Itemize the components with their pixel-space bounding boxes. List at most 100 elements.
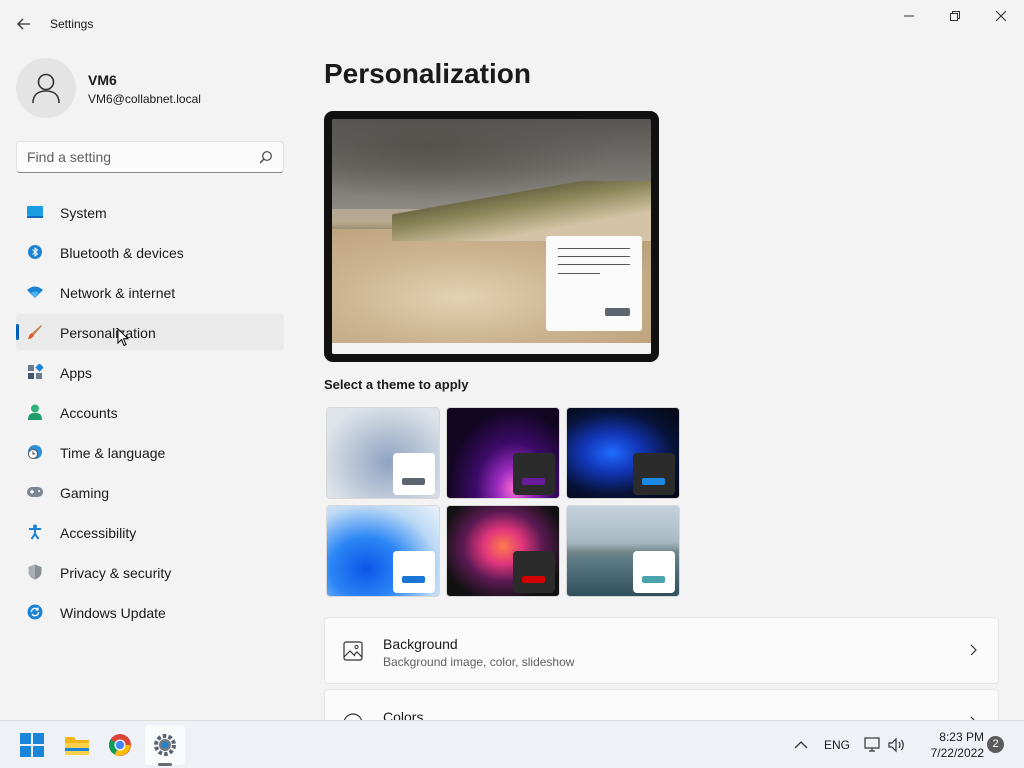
picture-icon <box>343 641 363 661</box>
sidebar-item-time-language[interactable]: Time & language <box>16 434 284 470</box>
theme-flow-lake[interactable] <box>566 505 680 597</box>
sidebar-item-system[interactable]: System <box>16 194 284 230</box>
preview-accent-swatch <box>605 308 630 316</box>
theme-card <box>393 453 435 495</box>
theme-swatch <box>642 478 665 485</box>
restore-icon <box>950 11 960 21</box>
search-box[interactable] <box>16 141 284 173</box>
brush-icon <box>26 324 44 340</box>
back-button[interactable] <box>10 10 38 38</box>
sidebar-item-personalization[interactable]: Personalization <box>16 314 284 350</box>
close-button[interactable] <box>978 0 1024 32</box>
sidebar-item-label: Personalization <box>60 325 156 341</box>
theme-card <box>633 551 675 593</box>
user-name: VM6 <box>88 72 117 88</box>
sidebar-nav: System Bluetooth & devices Network & int… <box>16 194 284 634</box>
user-icon <box>32 73 60 104</box>
theme-card <box>633 453 675 495</box>
theme-swatch <box>522 478 545 485</box>
theme-light-bloom[interactable] <box>326 407 440 499</box>
clock-time: 8:23 PM <box>939 730 984 744</box>
network-icon <box>864 737 880 752</box>
colors-setting[interactable]: Colors <box>324 689 999 720</box>
card-title: Background <box>383 636 458 652</box>
sidebar-item-windows-update[interactable]: Windows Update <box>16 594 284 630</box>
shield-icon <box>26 564 44 580</box>
sidebar-item-network[interactable]: Network & internet <box>16 274 284 310</box>
sidebar-item-label: Gaming <box>60 485 110 501</box>
sidebar-item-bluetooth[interactable]: Bluetooth & devices <box>16 234 284 270</box>
sidebar-item-accounts[interactable]: Accounts <box>16 394 284 430</box>
user-profile[interactable]: VM6 VM6@collabnet.local <box>16 58 286 118</box>
app-title: Settings <box>50 17 94 31</box>
minimize-icon <box>904 15 914 17</box>
background-setting[interactable]: Background Background image, color, slid… <box>324 617 999 684</box>
taskbar: ENG 8:23 PM 7/22/2022 2 <box>0 720 1024 768</box>
bluetooth-icon <box>26 244 44 260</box>
sidebar-item-label: Accounts <box>60 405 118 421</box>
chrome-button[interactable] <box>100 725 140 765</box>
file-explorer-button[interactable] <box>57 725 97 765</box>
chevron-right-icon <box>970 644 977 656</box>
account-icon <box>26 404 44 420</box>
accessibility-icon <box>26 524 44 540</box>
theme-card <box>513 453 555 495</box>
settings-button[interactable] <box>145 725 185 765</box>
sidebar-item-privacy-security[interactable]: Privacy & security <box>16 554 284 590</box>
theme-swatch <box>522 576 545 583</box>
search-icon <box>259 151 272 164</box>
back-arrow-icon <box>17 18 30 30</box>
network-volume-button[interactable] <box>864 721 908 768</box>
theme-preview <box>324 111 659 362</box>
desktop-preview-image <box>332 119 651 354</box>
theme-glow[interactable] <box>446 407 560 499</box>
start-button[interactable] <box>12 725 52 765</box>
sidebar-item-label: System <box>60 205 107 221</box>
theme-blue-bloom[interactable] <box>326 505 440 597</box>
preview-taskbar <box>332 343 651 354</box>
clock[interactable]: 8:23 PM 7/22/2022 <box>912 729 984 761</box>
theme-swatch <box>402 478 425 485</box>
notification-badge[interactable]: 2 <box>987 736 1004 753</box>
clock-globe-icon <box>26 444 44 460</box>
sidebar-item-label: Network & internet <box>60 285 176 301</box>
sidebar-item-label: Accessibility <box>60 525 137 541</box>
avatar <box>16 58 76 118</box>
theme-captured-motion[interactable] <box>446 505 560 597</box>
theme-swatch <box>642 576 665 583</box>
theme-card <box>513 551 555 593</box>
system-icon <box>26 204 44 220</box>
apps-icon <box>26 364 44 380</box>
gamepad-icon <box>26 484 44 500</box>
sidebar-item-label: Windows Update <box>60 605 166 621</box>
user-email: VM6@collabnet.local <box>88 92 201 106</box>
chrome-icon <box>109 734 131 756</box>
wifi-icon <box>26 284 44 300</box>
minimize-button[interactable] <box>886 0 932 32</box>
start-icon <box>20 733 44 757</box>
language-indicator: ENG <box>824 738 851 752</box>
sidebar-item-label: Bluetooth & devices <box>60 245 184 261</box>
active-app-indicator <box>158 763 172 766</box>
sidebar-item-label: Time & language <box>60 445 166 461</box>
theme-dark-bloom[interactable] <box>566 407 680 499</box>
clock-date: 7/22/2022 <box>930 746 984 760</box>
preview-window <box>546 236 642 331</box>
volume-icon <box>888 737 904 753</box>
themes-label: Select a theme to apply <box>324 377 469 392</box>
title-bar: Settings <box>0 0 1024 48</box>
show-hidden-icons-button[interactable] <box>794 721 808 768</box>
sidebar-item-label: Apps <box>60 365 92 381</box>
settings-icon <box>154 734 176 756</box>
sidebar-item-gaming[interactable]: Gaming <box>16 474 284 510</box>
search-input[interactable] <box>27 149 247 165</box>
input-language-button[interactable]: ENG <box>824 721 850 768</box>
page-title: Personalization <box>324 58 531 89</box>
sidebar-item-label: Privacy & security <box>60 565 172 581</box>
chevron-up-icon <box>794 741 808 749</box>
sidebar-item-accessibility[interactable]: Accessibility <box>16 514 284 550</box>
card-title: Colors <box>383 709 424 720</box>
palette-icon <box>343 713 363 720</box>
sidebar-item-apps[interactable]: Apps <box>16 354 284 390</box>
restore-button[interactable] <box>932 0 978 32</box>
